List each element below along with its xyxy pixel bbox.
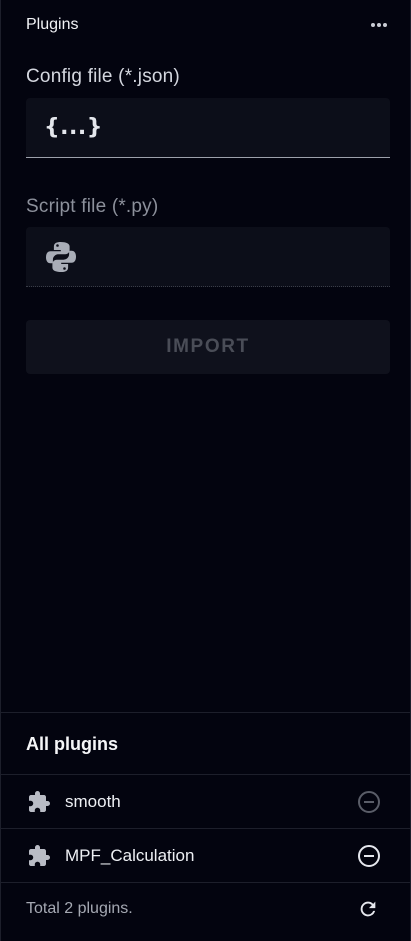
more-options-button[interactable] <box>368 15 390 35</box>
all-plugins-heading: All plugins <box>26 734 118 754</box>
remove-circle-icon <box>358 791 380 813</box>
remove-circle-icon <box>358 845 380 867</box>
more-horizontal-icon <box>371 23 387 27</box>
panel-footer: Total 2 plugins. <box>1 882 410 936</box>
remove-plugin-button[interactable] <box>356 789 382 815</box>
refresh-icon <box>360 901 376 917</box>
panel-title: Plugins <box>26 16 79 33</box>
config-file-input[interactable]: {...} <box>26 98 390 158</box>
plugin-count: Total 2 plugins. <box>26 900 133 917</box>
puzzle-icon <box>26 789 52 815</box>
section-divider <box>1 712 410 713</box>
refresh-button[interactable] <box>356 897 380 921</box>
plugin-name: smooth <box>65 792 121 811</box>
remove-plugin-button[interactable] <box>356 843 382 869</box>
config-file-label: Config file (*.json) <box>26 66 180 87</box>
plugin-row-mpf-calculation: MPF_Calculation <box>1 829 410 883</box>
panel-header: Plugins <box>1 0 410 50</box>
script-file-label: Script file (*.py) <box>26 196 159 217</box>
plugin-row-smooth: smooth <box>1 775 410 829</box>
plugin-name: MPF_Calculation <box>65 846 195 865</box>
import-button[interactable]: IMPORT <box>26 320 390 374</box>
plugins-panel: Plugins Config file (*.json) {...} Scrip… <box>0 0 411 941</box>
python-icon <box>46 241 76 272</box>
puzzle-icon <box>26 843 52 869</box>
script-file-input[interactable] <box>26 227 390 287</box>
json-icon: {...} <box>44 115 103 140</box>
